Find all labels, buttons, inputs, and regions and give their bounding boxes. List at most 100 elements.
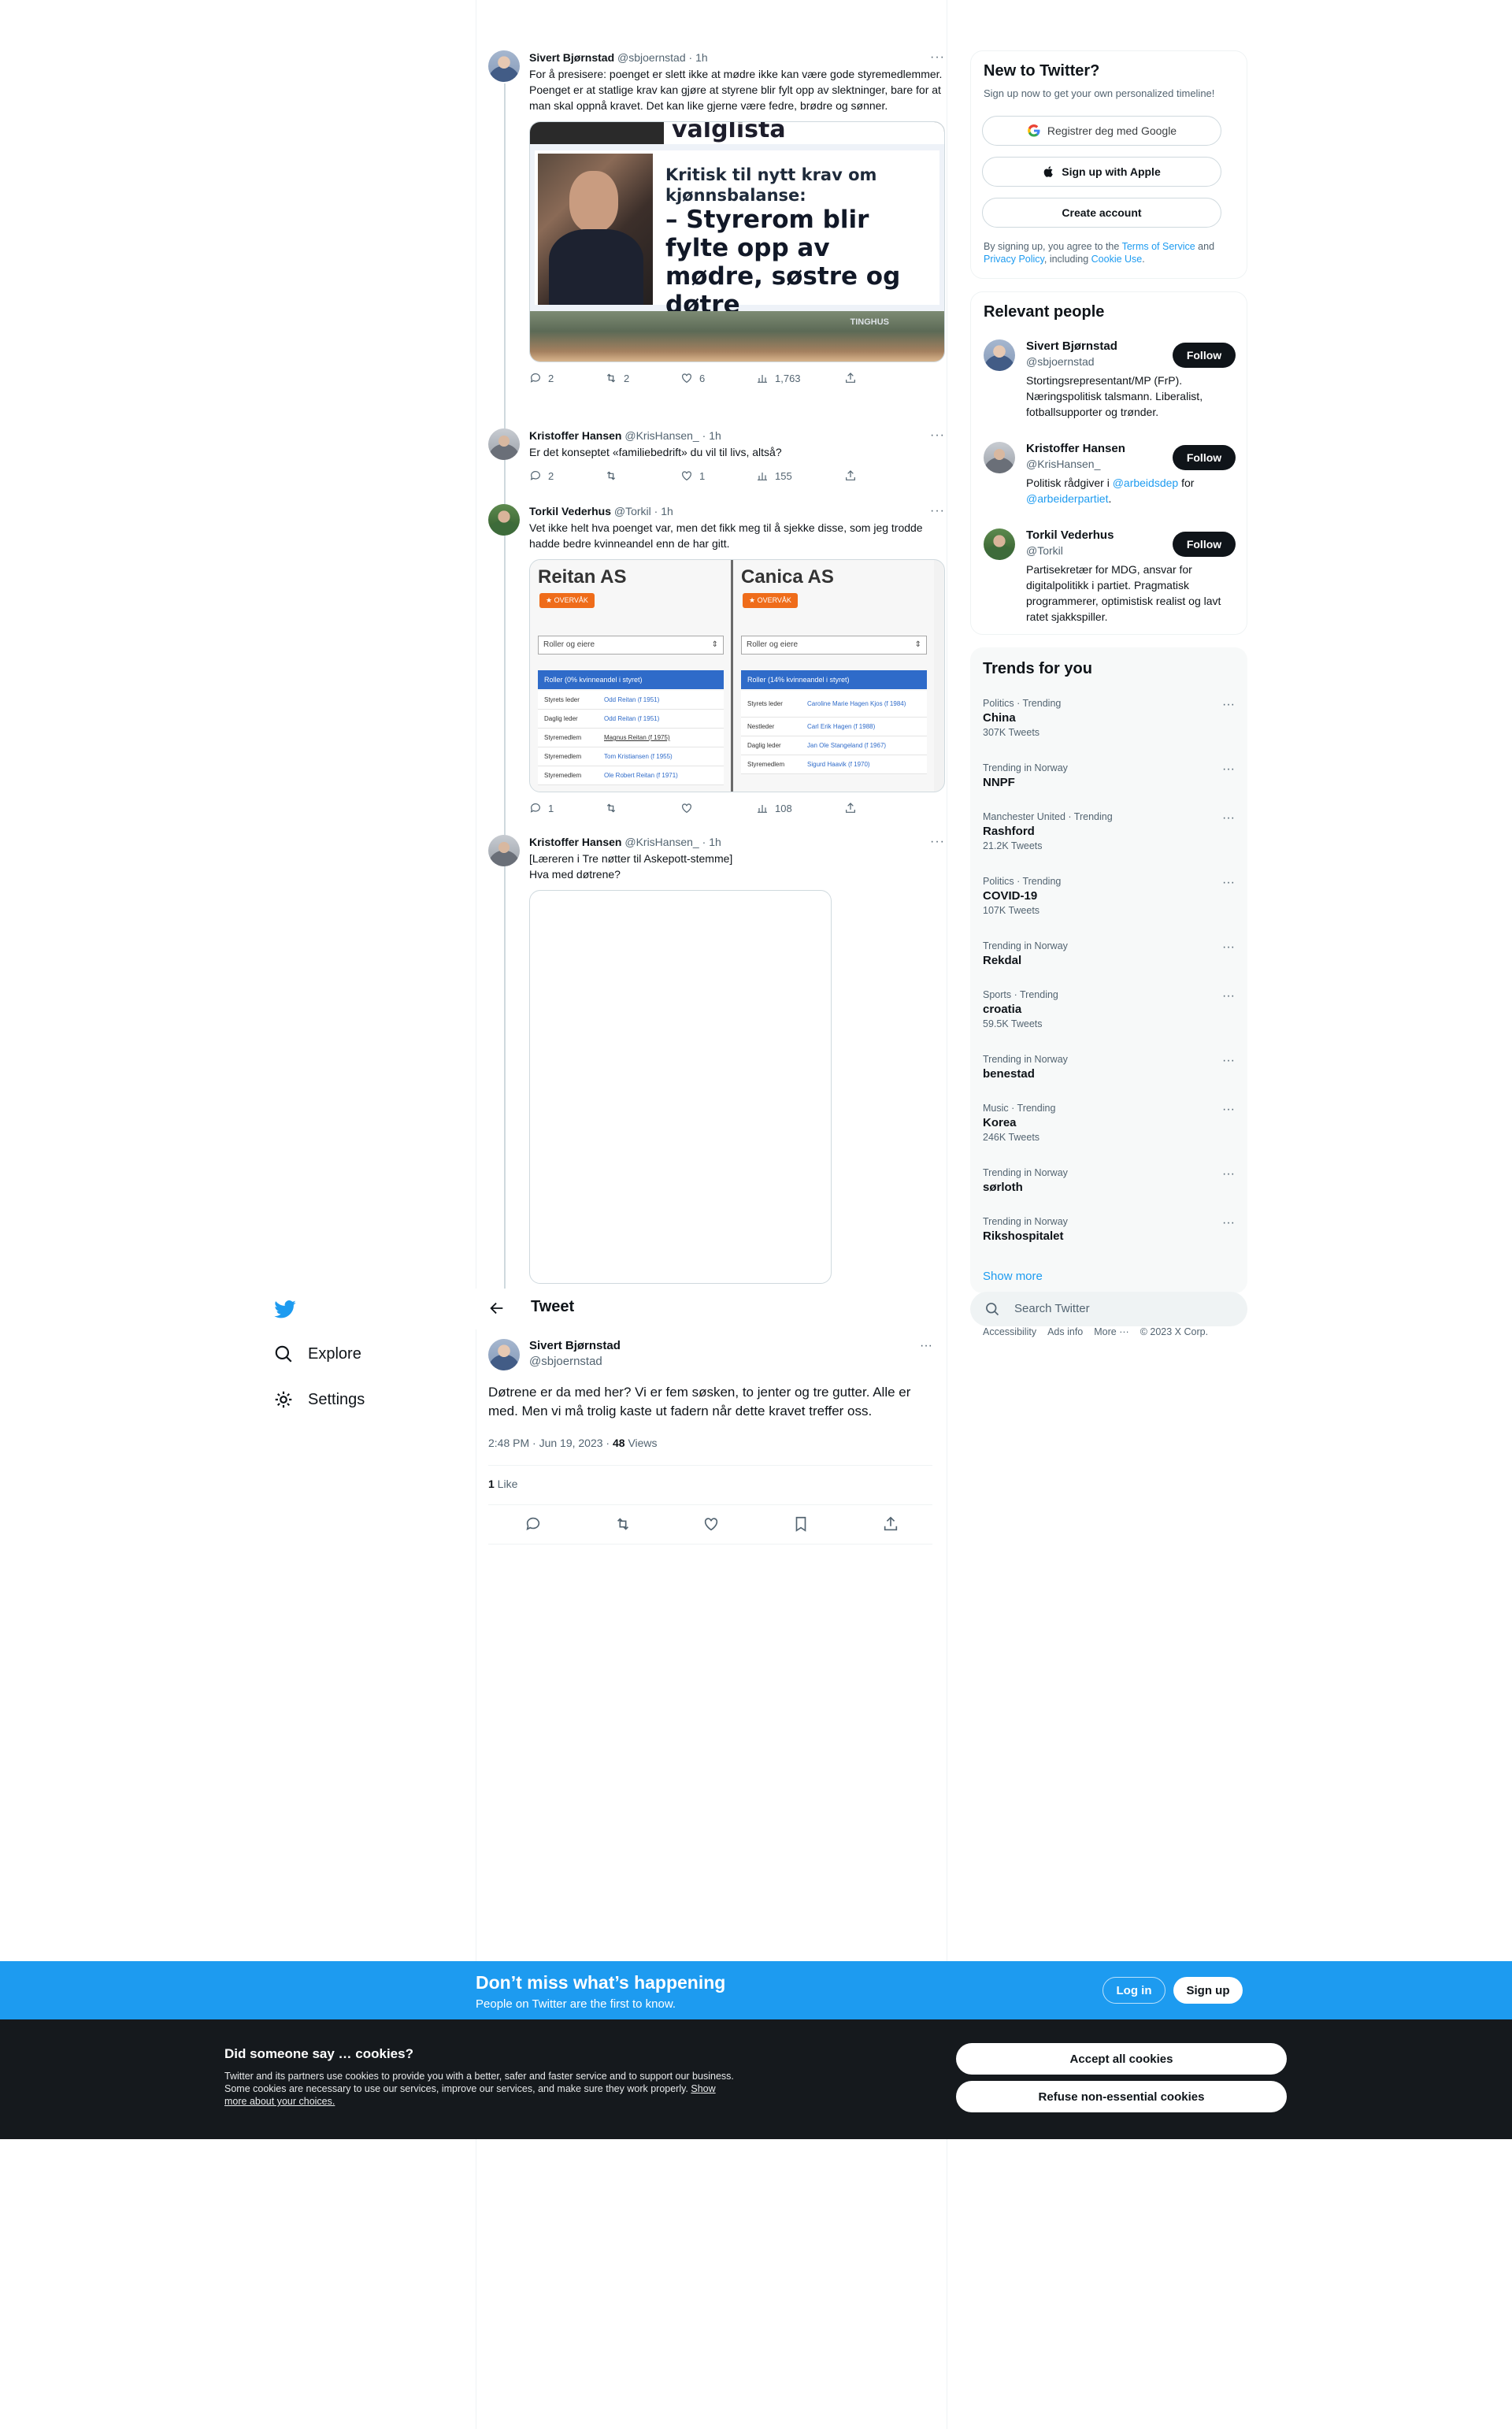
more-icon[interactable]: ··· [1222, 811, 1235, 825]
tweet-time[interactable]: 1h [695, 51, 708, 64]
views-button[interactable]: 1,763 [756, 372, 801, 384]
table-row: Styremedlem Sigurd Haavik (f 1970) [741, 755, 927, 774]
trend-item[interactable]: Politics · Trending COVID-19 107K Tweets ··… [983, 876, 1235, 916]
person-name[interactable]: Sivert Bjørnstad [1026, 339, 1117, 353]
more-link[interactable]: More ··· [1094, 1326, 1128, 1337]
views-button[interactable]: 155 [756, 469, 792, 482]
person-name[interactable]: Torkil Vederhus [1026, 528, 1114, 542]
tweet-time[interactable]: 1h [709, 429, 721, 442]
heart-icon [704, 1518, 718, 1531]
signup-button[interactable]: Sign up [1173, 1977, 1243, 2004]
more-icon[interactable]: ··· [1222, 1054, 1235, 1068]
like-button[interactable]: 6 [680, 372, 705, 384]
more-icon[interactable]: ··· [930, 50, 945, 65]
avatar[interactable] [488, 1339, 520, 1370]
more-icon[interactable]: ··· [1222, 1103, 1235, 1117]
accept-cookies-button[interactable]: Accept all cookies [956, 2043, 1287, 2075]
like-button[interactable] [702, 1515, 720, 1533]
tweet-image[interactable]: Reitan AS ★ OVERVÅK Roller og eiere ⇕ Rol… [529, 559, 945, 792]
share-button[interactable] [844, 372, 857, 384]
avatar[interactable] [984, 528, 1015, 560]
like-button[interactable]: 1 [680, 469, 705, 482]
twitter-logo-icon[interactable] [273, 1298, 297, 1322]
follow-button[interactable]: Follow [1173, 343, 1236, 368]
google-signup-button[interactable]: Registrer deg med Google [982, 116, 1221, 146]
tweet-time[interactable]: 1h [709, 836, 721, 848]
share-button[interactable] [844, 802, 857, 814]
privacy-link[interactable]: Privacy Policy [984, 254, 1044, 265]
more-icon[interactable]: ··· [1222, 1216, 1235, 1230]
like-button[interactable] [680, 802, 699, 814]
more-icon[interactable]: ··· [1222, 989, 1235, 1003]
back-arrow-icon[interactable] [488, 1300, 506, 1317]
more-icon[interactable]: ··· [1222, 876, 1235, 890]
more-icon[interactable]: ··· [930, 504, 945, 518]
cookie-use-link[interactable]: Cookie Use [1091, 254, 1143, 265]
refuse-cookies-button[interactable]: Refuse non-essential cookies [956, 2081, 1287, 2112]
reply-button[interactable]: 2 [529, 372, 554, 384]
retweet-button[interactable]: 2 [605, 372, 629, 384]
accessibility-link[interactable]: Accessibility [983, 1326, 1036, 1337]
more-icon[interactable]: ··· [930, 835, 945, 849]
bookmark-button[interactable] [792, 1515, 810, 1533]
share-button[interactable] [844, 469, 857, 482]
trend-item[interactable]: Manchester United · Trending Rashford 21.2… [983, 811, 1235, 851]
author-name[interactable]: Kristoffer Hansen [529, 429, 621, 442]
terms-link[interactable]: Terms of Service [1122, 241, 1195, 252]
author-name[interactable]: Sivert Bjørnstad [529, 1339, 621, 1352]
trend-item[interactable]: Trending in Norway benestad ··· [983, 1054, 1235, 1081]
more-icon[interactable]: ··· [1222, 940, 1235, 955]
nav-explore[interactable]: Explore [273, 1344, 361, 1364]
trend-item[interactable]: Trending in Norway sørloth ··· [983, 1167, 1235, 1194]
avatar[interactable] [488, 428, 520, 460]
search-input[interactable]: Search Twitter [1014, 1302, 1090, 1315]
login-button[interactable]: Log in [1102, 1977, 1166, 2004]
avatar[interactable] [984, 442, 1015, 473]
more-icon[interactable]: ··· [1222, 698, 1235, 712]
avatar[interactable] [488, 504, 520, 536]
more-icon[interactable]: ··· [1222, 762, 1235, 777]
create-account-button[interactable]: Create account [982, 198, 1221, 228]
follow-button[interactable]: Follow [1173, 445, 1236, 470]
mention-link[interactable]: @arbeiderpartiet [1026, 492, 1109, 505]
banner-subtitle: People on Twitter are the first to know. [476, 1997, 676, 2011]
follow-button[interactable]: Follow [1173, 532, 1236, 557]
author-name[interactable]: Torkil Vederhus [529, 505, 611, 517]
views-button[interactable]: 108 [756, 802, 792, 814]
reply-button[interactable] [524, 1515, 542, 1533]
table-row: Nestleder Carl Erik Hagen (f 1988) [741, 718, 927, 736]
avatar[interactable] [984, 339, 1015, 371]
trend-item[interactable]: Trending in Norway NNPF ··· [983, 762, 1235, 789]
person-name[interactable]: Kristoffer Hansen [1026, 442, 1125, 455]
retweet-button[interactable] [605, 469, 624, 482]
share-button[interactable] [882, 1515, 899, 1533]
retweet-button[interactable] [614, 1515, 632, 1533]
apple-icon [1043, 166, 1053, 177]
more-icon[interactable]: ··· [1222, 1167, 1235, 1181]
apple-signup-button[interactable]: Sign up with Apple [982, 157, 1221, 187]
likes-count[interactable]: 1 Like [488, 1478, 517, 1490]
mention-link[interactable]: @arbeidsdep [1113, 477, 1179, 489]
tweet-image[interactable]: valglista Kritisk til nytt krav om kjønn… [529, 121, 945, 362]
author-name[interactable]: Kristoffer Hansen [529, 836, 621, 848]
trend-item[interactable]: Sports · Trending croatia 59.5K Tweets ··· [983, 989, 1235, 1029]
avatar[interactable] [488, 835, 520, 866]
author-name[interactable]: Sivert Bjørnstad [529, 51, 614, 64]
nav-settings[interactable]: Settings [273, 1389, 365, 1410]
retweet-button[interactable] [605, 802, 624, 814]
reply-button[interactable]: 1 [529, 802, 554, 814]
tweet-image-placeholder[interactable] [529, 890, 832, 1284]
trend-item[interactable]: Trending in Norway Rikshospitalet ··· [983, 1216, 1235, 1243]
search-bar[interactable]: Search Twitter [970, 1292, 1247, 1326]
reply-button[interactable]: 2 [529, 469, 554, 482]
more-icon[interactable]: ··· [930, 428, 945, 443]
author-handle[interactable]: @sbjoernstad [529, 1355, 602, 1368]
trend-item[interactable]: Trending in Norway Rekdal ··· [983, 940, 1235, 967]
trend-item[interactable]: Music · Trending Korea 246K Tweets ··· [983, 1103, 1235, 1143]
trend-item[interactable]: Politics · Trending China 307K Tweets ··· [983, 698, 1235, 738]
tweet-time[interactable]: 1h [661, 505, 673, 517]
show-more-link[interactable]: Show more [983, 1270, 1043, 1283]
ads-info-link[interactable]: Ads info [1047, 1326, 1083, 1337]
avatar[interactable] [488, 50, 520, 82]
more-icon[interactable]: ··· [920, 1339, 932, 1353]
